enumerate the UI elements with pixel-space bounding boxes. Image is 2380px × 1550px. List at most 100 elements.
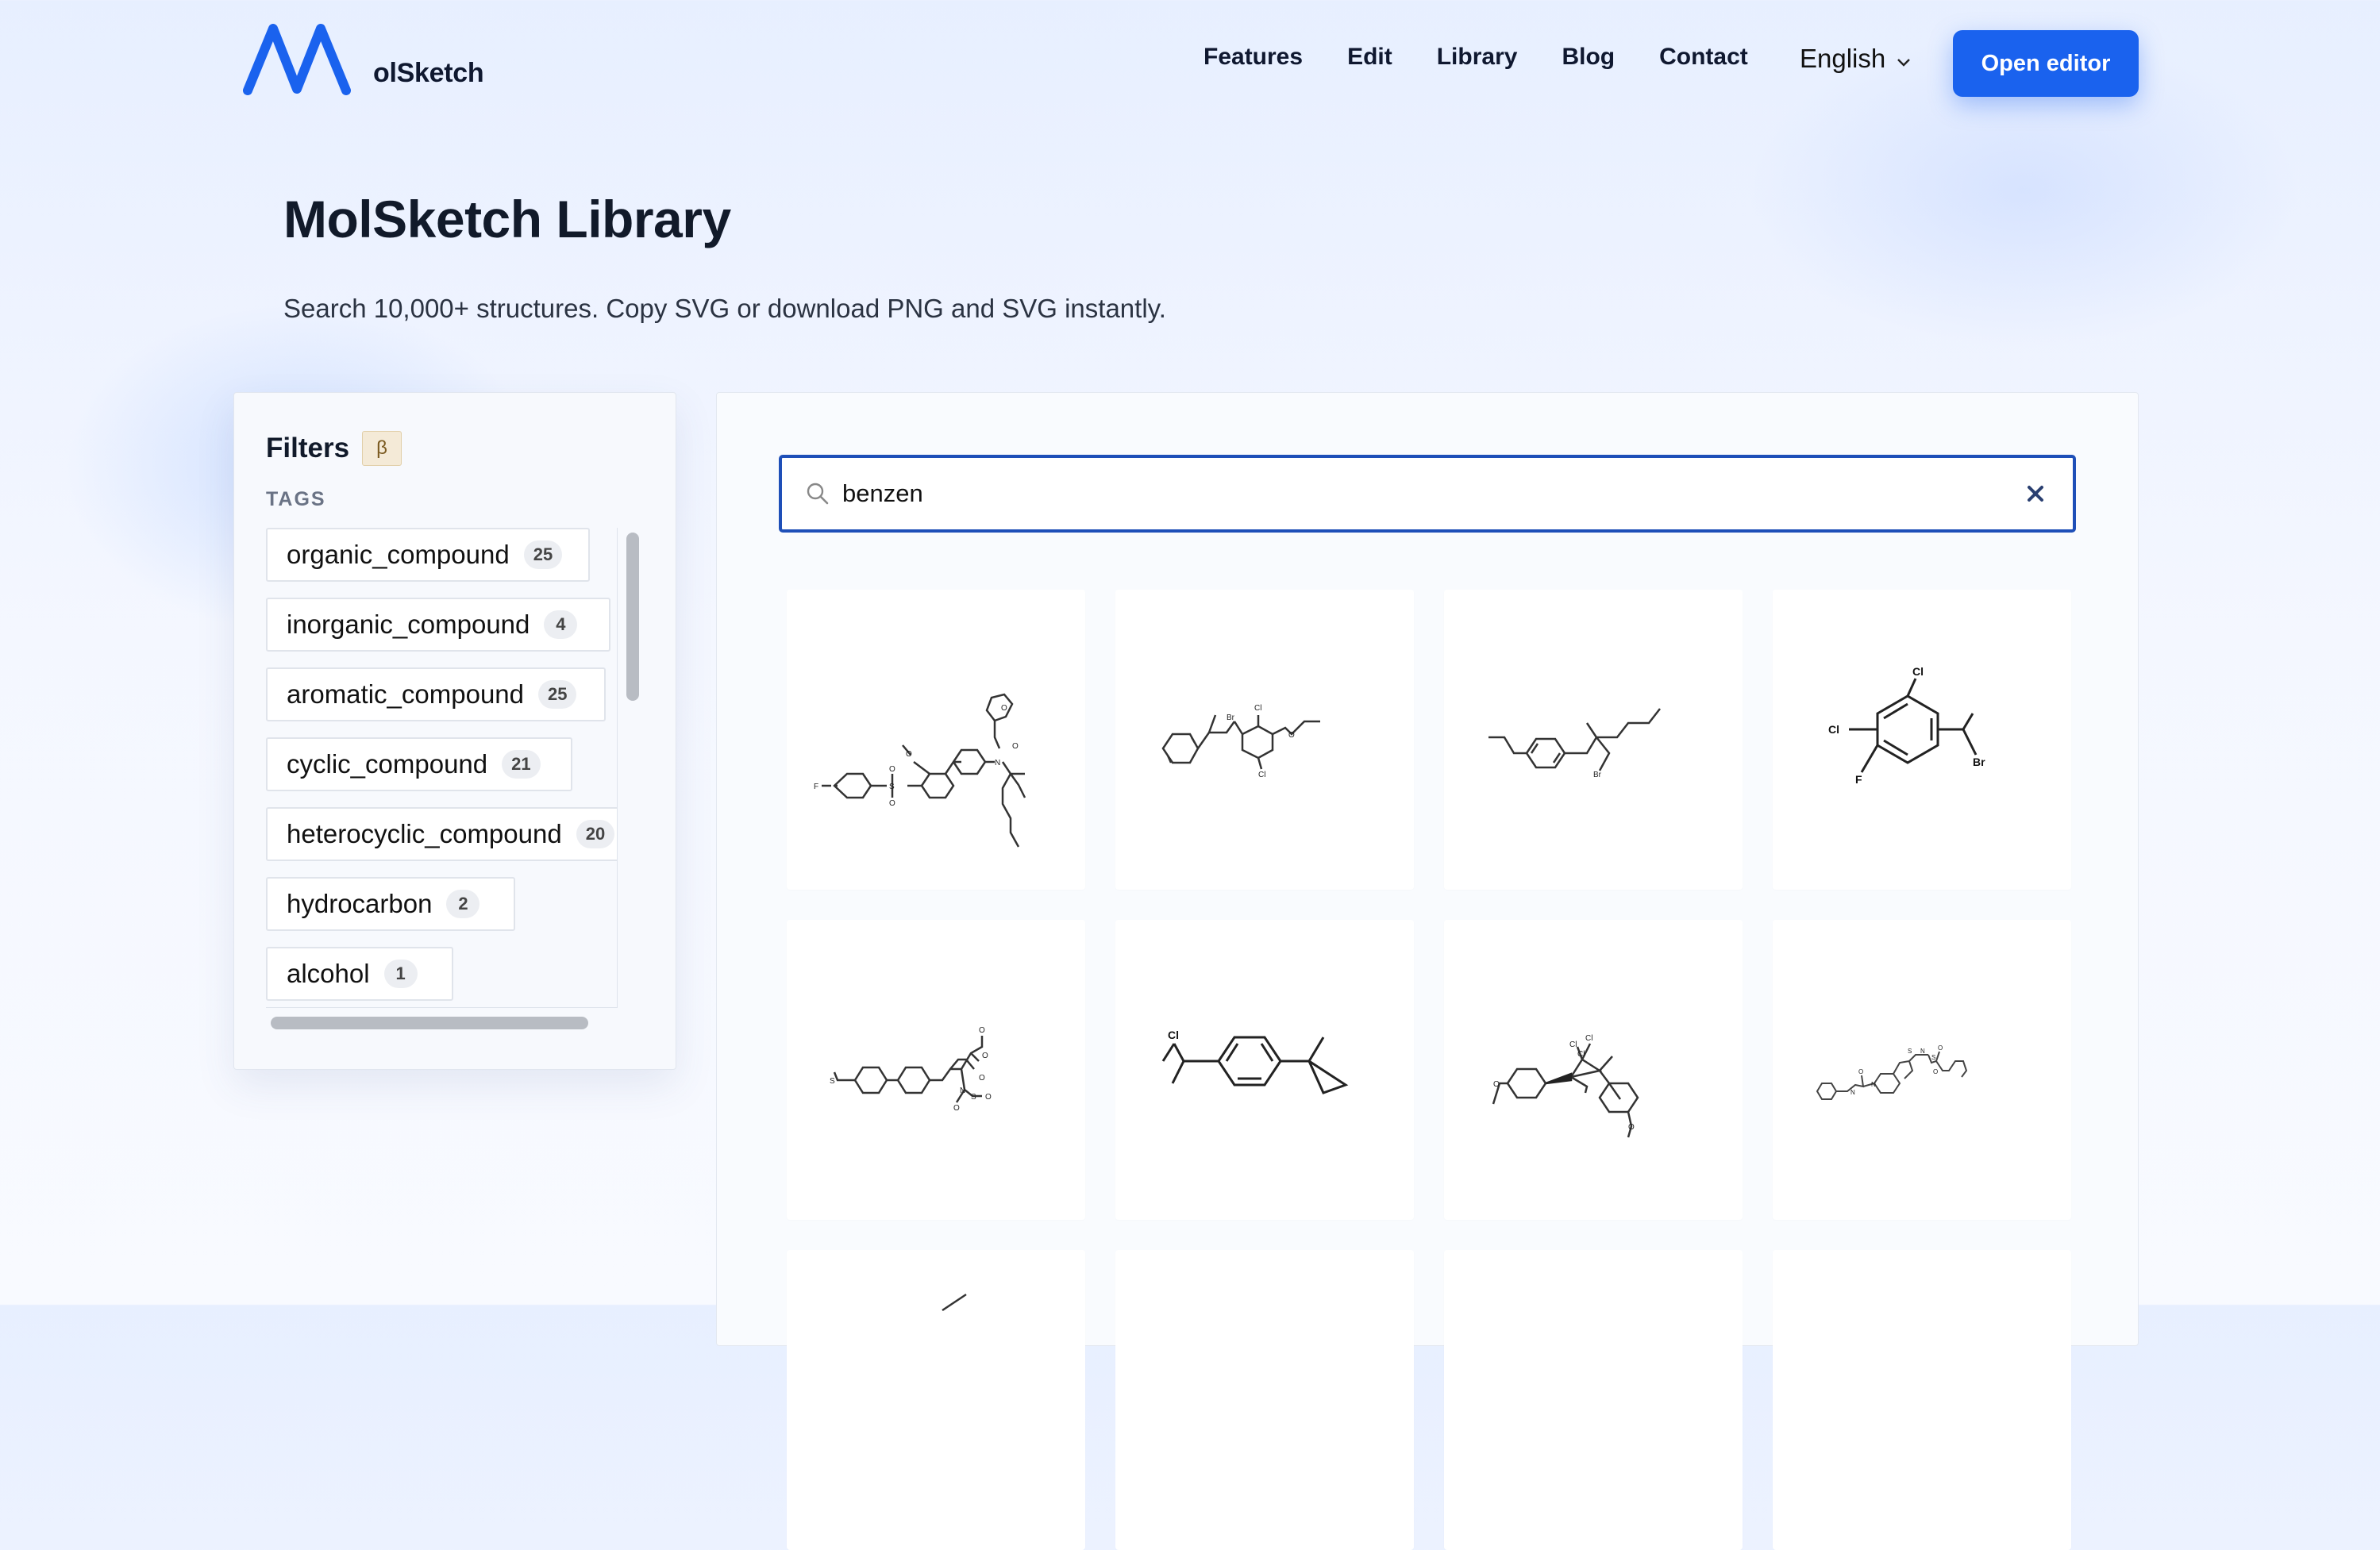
tag-count: 20 bbox=[576, 820, 615, 848]
tag-list-horizontal-scroll-thumb[interactable] bbox=[271, 1017, 588, 1029]
molecule-card[interactable]: S O N S O O O O bbox=[787, 920, 1085, 1220]
molecule-card[interactable]: Br Cl Cl O bbox=[1115, 590, 1414, 890]
atom-label: N bbox=[1920, 1048, 1925, 1055]
tag-name: aromatic_compound bbox=[287, 679, 524, 709]
molecule-structure: Br Cl Cl O bbox=[1161, 704, 1320, 779]
molecule-structure: Cl bbox=[1161, 1029, 1349, 1094]
atom-label: O bbox=[1858, 1068, 1863, 1075]
atom-label: S bbox=[971, 1093, 976, 1102]
filters-panel: Filters β TAGS organic_compound 25 inorg… bbox=[233, 392, 676, 1070]
atom-label: O bbox=[985, 1093, 992, 1102]
molecule-card[interactable] bbox=[1444, 1250, 1743, 1550]
tag-chip[interactable]: alcohol 1 bbox=[266, 947, 453, 1001]
atom-label: Br bbox=[1593, 771, 1602, 779]
tags-label: TAGS bbox=[266, 488, 326, 510]
nav-edit[interactable]: Edit bbox=[1347, 44, 1392, 71]
tag-chip[interactable]: hydrocarbon 2 bbox=[266, 877, 515, 931]
page-subtitle: Search 10,000+ structures. Copy SVG or d… bbox=[283, 294, 1166, 323]
molecule-card[interactable] bbox=[787, 1250, 1085, 1550]
tag-count: 21 bbox=[502, 750, 541, 779]
atom-label: S bbox=[1931, 1054, 1935, 1061]
molecule-structure: Cl Cl Cl O O bbox=[1492, 1034, 1639, 1138]
tag-list[interactable]: organic_compound 25 inorganic_compound 4… bbox=[266, 528, 618, 1008]
molecule-structure: F O S O O N O O bbox=[814, 693, 1026, 848]
language-selector[interactable]: English bbox=[1800, 44, 1911, 74]
beta-badge: β bbox=[362, 431, 402, 466]
logo-mark-icon bbox=[243, 24, 351, 95]
tag-name: cyclic_compound bbox=[287, 749, 488, 779]
atom-label: O bbox=[906, 750, 912, 759]
tag-count: 25 bbox=[523, 540, 563, 569]
search-icon bbox=[806, 482, 830, 506]
tag-name: inorganic_compound bbox=[287, 610, 530, 639]
atom-label: N bbox=[995, 759, 1000, 767]
page-title: MolSketch Library bbox=[283, 190, 731, 248]
logo[interactable]: olSketch bbox=[243, 21, 484, 97]
tag-list-scroll-thumb[interactable] bbox=[626, 533, 639, 701]
molecule-structure: Br bbox=[1488, 708, 1661, 779]
molecule-card[interactable]: Cl Cl Cl O O bbox=[1444, 920, 1743, 1220]
main-nav: Features Edit Library Blog Contact bbox=[1203, 44, 1793, 71]
atom-label: F bbox=[814, 783, 818, 791]
nav-blog[interactable]: Blog bbox=[1562, 44, 1615, 71]
search-box bbox=[779, 455, 2076, 533]
atom-label: F bbox=[1855, 773, 1862, 786]
molecule-structure: N O N S N S O O bbox=[1816, 1044, 1968, 1100]
tag-chip[interactable]: organic_compound 25 bbox=[266, 528, 590, 582]
tag-name: heterocyclic_compound bbox=[287, 819, 562, 848]
nav-library[interactable]: Library bbox=[1437, 44, 1518, 71]
molecule-card[interactable]: F O S O O N O O bbox=[787, 590, 1085, 890]
molecule-card[interactable]: N O N S N S O O bbox=[1773, 920, 2071, 1220]
molecule-structure bbox=[942, 1293, 967, 1312]
molecule-card[interactable]: Cl bbox=[1115, 920, 1414, 1220]
molecule-card[interactable] bbox=[1773, 1250, 2071, 1550]
tag-name: hydrocarbon bbox=[287, 889, 433, 918]
language-label: English bbox=[1800, 44, 1886, 73]
atom-label: O bbox=[1493, 1080, 1500, 1089]
search-input[interactable] bbox=[842, 470, 2027, 517]
atom-label: O bbox=[979, 1074, 985, 1083]
results-panel: F O S O O N O O Br Cl Cl O bbox=[716, 392, 2139, 1550]
molecule-card[interactable]: Cl Cl F Br bbox=[1773, 590, 2071, 890]
atom-label: N bbox=[1850, 1089, 1855, 1096]
tag-count: 25 bbox=[538, 680, 577, 709]
molecule-card[interactable] bbox=[1115, 1250, 1414, 1550]
open-editor-button[interactable]: Open editor bbox=[1953, 30, 2139, 97]
tag-chip[interactable]: aromatic_compound 25 bbox=[266, 667, 606, 721]
molecule-structure: S O N S O O O O bbox=[830, 1026, 992, 1113]
atom-label: N bbox=[1871, 1081, 1876, 1088]
atom-label: Cl bbox=[1254, 704, 1261, 713]
tag-chip[interactable]: heterocyclic_compound 20 bbox=[266, 807, 617, 861]
atom-label: Cl bbox=[1577, 1050, 1585, 1059]
tag-count: 4 bbox=[544, 610, 578, 639]
molecule-card[interactable]: Br bbox=[1444, 590, 1743, 890]
chevron-down-icon bbox=[1897, 44, 1911, 74]
atom-label: S bbox=[889, 783, 895, 791]
atom-label: O bbox=[1012, 742, 1019, 751]
atom-label: S bbox=[830, 1077, 835, 1086]
tag-chip[interactable]: cyclic_compound 21 bbox=[266, 737, 572, 791]
atom-label: Br bbox=[1973, 756, 1985, 768]
atom-label: Cl bbox=[1828, 723, 1839, 736]
logo-text: olSketch bbox=[373, 58, 484, 88]
molecule-structure: Cl Cl F Br bbox=[1828, 665, 1985, 786]
close-icon[interactable] bbox=[2027, 485, 2044, 502]
atom-label: O bbox=[889, 765, 895, 774]
atom-label: O bbox=[979, 1026, 985, 1035]
atom-label: Cl bbox=[1585, 1034, 1592, 1043]
atom-label: N bbox=[960, 1087, 965, 1095]
filters-header: Filters β bbox=[266, 431, 402, 466]
atom-label: O bbox=[1001, 704, 1007, 713]
atom-label: Cl bbox=[1168, 1029, 1179, 1041]
atom-label: O bbox=[1938, 1044, 1943, 1052]
atom-label: O bbox=[889, 799, 895, 808]
tag-chip[interactable]: inorganic_compound 4 bbox=[266, 598, 610, 652]
tag-count: 1 bbox=[383, 960, 418, 988]
atom-label: O bbox=[1628, 1123, 1635, 1132]
tag-name: alcohol bbox=[287, 959, 370, 988]
tag-count: 2 bbox=[446, 890, 480, 918]
atom-label: O bbox=[1933, 1068, 1938, 1075]
atom-label: Cl bbox=[1569, 1040, 1577, 1049]
nav-contact[interactable]: Contact bbox=[1659, 44, 1748, 71]
nav-features[interactable]: Features bbox=[1203, 44, 1303, 71]
